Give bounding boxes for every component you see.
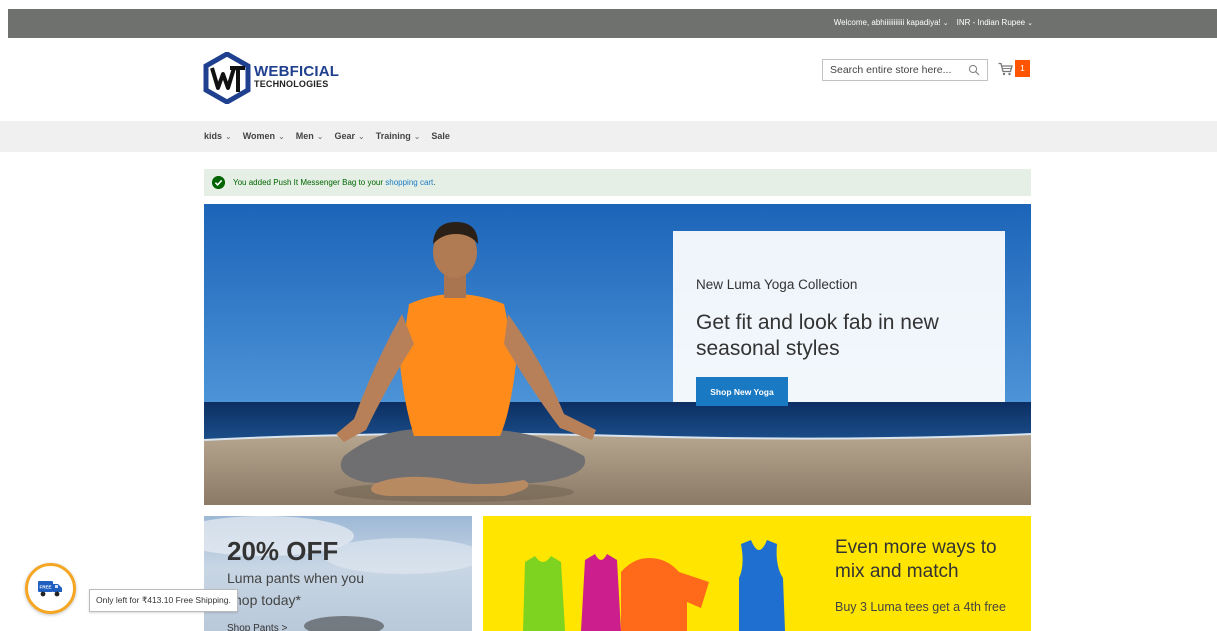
logo-line2: TECHNOLOGIES bbox=[254, 79, 329, 89]
message-suffix: . bbox=[433, 178, 436, 187]
free-badge-text: FREE bbox=[39, 585, 51, 590]
top-bar: Welcome, abhiiiiiiiiiii kapadiya! ⌄ INR -… bbox=[8, 9, 1217, 38]
success-message-text: You added Push It Messenger Bag to your … bbox=[233, 178, 436, 187]
chevron-down-icon: ⌄ bbox=[1027, 20, 1033, 27]
main-navigation: kids ⌄ Women ⌄ Men ⌄ Gear ⌄ Training ⌄ Sale bbox=[0, 121, 1217, 152]
tees-promo-block[interactable]: Even more ways to mix and match Buy 3 Lu… bbox=[483, 516, 1031, 631]
page: Welcome, abhiiiiiiiiiii kapadiya! ⌄ INR -… bbox=[0, 0, 1217, 631]
nav-item-kids[interactable]: kids ⌄ bbox=[204, 131, 232, 141]
message-prefix: You added Push It Messenger Bag to your bbox=[233, 178, 386, 187]
minicart[interactable]: 1 bbox=[998, 60, 1034, 78]
chevron-down-icon: ⌄ bbox=[316, 132, 324, 141]
pants-promo-block[interactable]: 20% OFF Luma pants when you shop today* … bbox=[204, 516, 472, 631]
pants-promo-line2: shop today* bbox=[227, 592, 301, 608]
tees-promo-image bbox=[523, 540, 785, 631]
hero-card: New Luma Yoga Collection Get fit and loo… bbox=[673, 231, 1005, 406]
tees-promo-headline: Even more ways to mix and match bbox=[835, 537, 997, 582]
logo-mark-icon bbox=[203, 51, 251, 105]
cart-count-badge: 1 bbox=[1015, 60, 1030, 77]
chevron-down-icon: ⌄ bbox=[413, 132, 421, 141]
tees-promo-body: Buy 3 Luma tees get a 4th free bbox=[835, 600, 1006, 614]
logo-text: WEBFICIAL TECHNOLOGIES bbox=[254, 64, 339, 89]
search-icon[interactable] bbox=[968, 64, 980, 76]
free-shipping-widget[interactable]: FREE bbox=[25, 563, 76, 614]
hero-title: Get fit and look fab in new seasonal sty… bbox=[696, 311, 939, 360]
account-menu[interactable]: Welcome, abhiiiiiiiiiii kapadiya! ⌄ bbox=[834, 18, 949, 27]
nav-item-women[interactable]: Women ⌄ bbox=[243, 131, 285, 141]
nav-item-sale[interactable]: Sale bbox=[431, 131, 450, 141]
check-circle-icon bbox=[212, 176, 225, 189]
chevron-down-icon: ⌄ bbox=[225, 132, 232, 141]
search-box bbox=[822, 59, 988, 81]
shop-pants-link[interactable]: Shop Pants > bbox=[227, 623, 287, 631]
success-message: You added Push It Messenger Bag to your … bbox=[204, 169, 1031, 196]
currency-label: INR - Indian Rupee bbox=[956, 18, 1026, 27]
hero-subtitle: New Luma Yoga Collection bbox=[696, 277, 858, 292]
nav-item-label: Gear bbox=[334, 131, 355, 141]
nav-item-men[interactable]: Men ⌄ bbox=[296, 131, 324, 141]
cart-icon bbox=[998, 62, 1013, 76]
hero-banner[interactable]: New Luma Yoga Collection Get fit and loo… bbox=[204, 204, 1031, 505]
nav-item-label: Training bbox=[375, 131, 411, 141]
nav-item-label: Sale bbox=[431, 131, 450, 141]
top-links: Welcome, abhiiiiiiiiiii kapadiya! ⌄ INR -… bbox=[834, 18, 1033, 27]
currency-switcher[interactable]: INR - Indian Rupee ⌄ bbox=[957, 18, 1033, 27]
nav-item-training[interactable]: Training ⌄ bbox=[376, 131, 421, 141]
logo-line1: WEBFICIAL bbox=[254, 63, 340, 80]
pants-promo-line1: Luma pants when you bbox=[227, 570, 364, 586]
nav-menu: kids ⌄ Women ⌄ Men ⌄ Gear ⌄ Training ⌄ Sale bbox=[204, 131, 450, 141]
chevron-down-icon: ⌄ bbox=[942, 20, 949, 27]
nav-item-label: Women bbox=[242, 131, 276, 141]
welcome-text: Welcome, abhiiiiiiiiiii kapadiya! bbox=[833, 18, 941, 27]
nav-item-label: Men bbox=[295, 131, 314, 141]
shopping-cart-link[interactable]: shopping cart bbox=[385, 178, 433, 187]
chevron-down-icon: ⌄ bbox=[278, 132, 285, 141]
store-logo[interactable]: WEBFICIAL TECHNOLOGIES bbox=[203, 51, 353, 105]
pants-promo-headline: 20% OFF bbox=[227, 536, 339, 566]
nav-item-label: kids bbox=[204, 131, 223, 141]
shop-new-yoga-button[interactable]: Shop New Yoga bbox=[696, 377, 788, 406]
search-input[interactable] bbox=[823, 60, 959, 80]
truck-icon: FREE bbox=[38, 581, 62, 597]
free-shipping-tooltip: Only left for ₹413.10 Free Shipping. bbox=[89, 589, 238, 612]
nav-item-gear[interactable]: Gear ⌄ bbox=[334, 131, 364, 141]
chevron-down-icon: ⌄ bbox=[357, 132, 365, 141]
